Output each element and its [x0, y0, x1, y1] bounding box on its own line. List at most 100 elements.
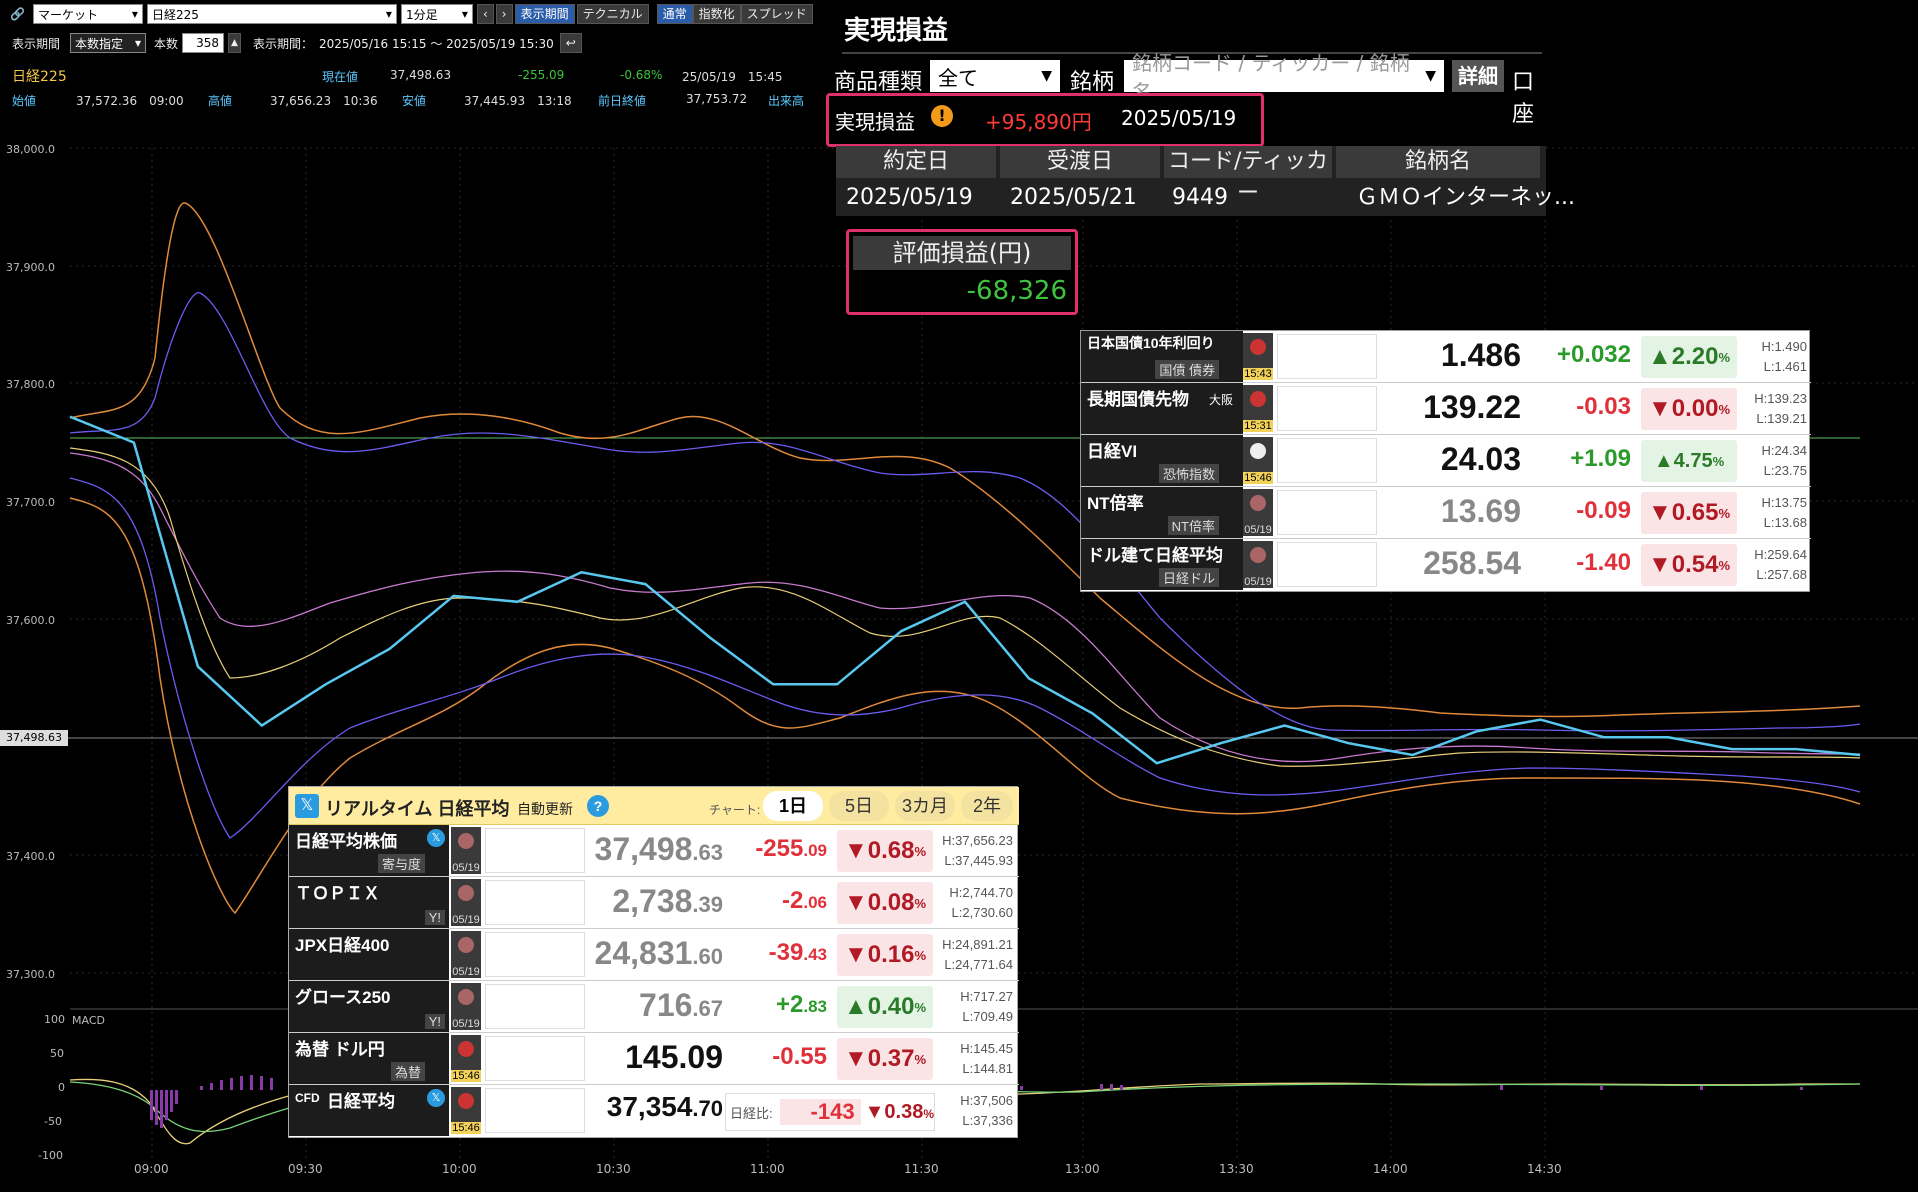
market-sub-link[interactable]: 恐怖指数	[1158, 464, 1219, 483]
market-low: L:257.68	[1756, 567, 1807, 582]
index-price-int: 2,738	[612, 883, 693, 919]
link-icon[interactable]: 🔗	[10, 7, 25, 21]
prev-button[interactable]: ‹	[476, 4, 494, 24]
count-input[interactable]: 358	[182, 33, 225, 53]
sparkline-chart	[1277, 334, 1377, 379]
toolbar-row-1: 🔗 マーケット ▾ 日経225 ▾ 1分足 ▾ ‹ › 表示期間 テクニカル 通常 指…	[10, 2, 815, 26]
index-sub-link[interactable]: Y!	[424, 910, 445, 925]
index-row-name: CFD 日経平均 𝕏	[289, 1085, 449, 1136]
symbol-search-input[interactable]: 銘柄コード / ティッカー / 銘柄名 ▼	[1124, 51, 1444, 104]
x-logo-icon[interactable]: 𝕏	[427, 1089, 445, 1107]
market-select[interactable]: マーケット ▾	[32, 4, 143, 24]
prev-close-value: 37,753.72	[686, 92, 748, 106]
warning-icon[interactable]: !	[931, 105, 953, 127]
normal-button[interactable]: 通常	[656, 4, 693, 24]
sparkline-chart	[485, 828, 585, 873]
unrealized-pl-value: -68,326	[966, 276, 1067, 306]
unrealized-pl-label: 評価損益(円)	[853, 236, 1071, 270]
index-row[interactable]: グロース250 Y! 05/19 716.67 +2.83 ▲ 0.40% H:71…	[289, 981, 1019, 1033]
volume-label: 出来高	[768, 94, 805, 108]
index-sub-link[interactable]: 寄与度	[377, 854, 425, 873]
market-sub-link[interactable]: 国債 債券	[1155, 360, 1219, 379]
last-price-tag: 37,498.63	[0, 730, 68, 746]
x-axis-tick: 11:30	[904, 1162, 939, 1176]
market-row[interactable]: ドル建て日経平均 日経ドル 05/19 258.54 -1.40 ▼ 0.54% H…	[1081, 539, 1811, 591]
market-low: L:23.75	[1763, 463, 1807, 478]
help-icon[interactable]: ?	[587, 795, 609, 817]
market-row[interactable]: 長期国債先物 大阪 15:31 139.22 -0.03 ▼ 0.00% H:139…	[1081, 383, 1811, 435]
japan-flag-icon: 15:46	[451, 1087, 481, 1134]
index-row[interactable]: CFD 日経平均 𝕏 15:46 37,354.70 日経比: -143 ▼0.38…	[289, 1085, 1019, 1137]
x-logo-icon[interactable]: 𝕏	[295, 794, 319, 818]
index-row[interactable]: 日経平均株価 𝕏 寄与度 05/19 37,498.63 -255.09 ▼ 0.68…	[289, 825, 1019, 877]
sparkline-chart	[485, 1036, 585, 1081]
sparkline-chart	[485, 880, 585, 925]
market-name: NT倍率	[1087, 494, 1144, 513]
index-percent: ▼ 0.16%	[837, 934, 933, 976]
market-row[interactable]: 日経VI 恐怖指数 15:46 24.03 +1.09 ▲ 4.75% H:24.3…	[1081, 435, 1811, 487]
interval-select[interactable]: 1分足 ▾	[400, 4, 473, 24]
japan-flag-icon: 05/19	[451, 931, 481, 978]
index-change-dec: .83	[803, 997, 827, 1016]
prev-close-label: 前日終値	[598, 94, 647, 108]
index-percent: ▼0.38%	[864, 1100, 934, 1123]
count-stepper[interactable]: ▲	[228, 33, 241, 53]
tab-1d[interactable]: 1日	[763, 791, 823, 821]
market-row[interactable]: 日本国債10年利回り 国債 債券 15:43 1.486 +0.032 ▲ 2.20…	[1081, 331, 1811, 383]
market-sub-link[interactable]: NT倍率	[1167, 516, 1219, 535]
index-row-name: 為替 ドル円 為替	[289, 1033, 449, 1084]
table-cell[interactable]: ＧＭＯインターネッ...	[1356, 182, 1575, 214]
index-button[interactable]: 指数化	[692, 4, 741, 24]
period-button[interactable]: 表示期間	[514, 4, 575, 24]
toolbar-row-2: 表示期間 本数指定 ▾ 本数 358 ▲ 表示期間： 2025/05/16 15:…	[12, 31, 584, 55]
tab-5d[interactable]: 5日	[829, 791, 889, 821]
index-percent: ▼ 0.68%	[837, 830, 933, 872]
tab-3m[interactable]: 3カ月	[895, 791, 955, 821]
market-low: L:1.461	[1763, 359, 1807, 374]
market-sub-link[interactable]: 日経ドル	[1158, 568, 1219, 587]
index-percent-value: 0.38	[884, 1100, 924, 1123]
symbol-label: 銘柄	[1070, 70, 1115, 95]
index-row[interactable]: 為替 ドル円 為替 15:46 145.09 -0.55 ▼ 0.37% H:145…	[289, 1033, 1019, 1085]
arrow-down-icon: ▼	[1647, 551, 1672, 578]
index-high-low: H:145.45 L:144.81	[937, 1039, 1013, 1079]
market-time: 05/19	[1244, 524, 1272, 536]
reset-range-icon[interactable]: ↩	[559, 33, 582, 53]
tab-2y[interactable]: 2年	[961, 791, 1013, 821]
index-price-int: 37,498	[594, 831, 693, 867]
sparkline-chart	[485, 932, 585, 977]
detail-button[interactable]: 詳細	[1452, 60, 1504, 92]
market-change: +0.032	[1556, 341, 1631, 368]
market-row[interactable]: NT倍率 NT倍率 05/19 13.69 -0.09 ▼ 0.65% H:13.7…	[1081, 487, 1811, 539]
index-sub-link[interactable]: 為替	[390, 1062, 425, 1081]
product-type-select[interactable]: 全て ▼	[930, 60, 1060, 92]
index-row[interactable]: JPX日経400 05/19 24,831.60 -39.43 ▼ 0.16% H…	[289, 929, 1019, 981]
quote-datetime: 25/05/19 15:45	[682, 70, 783, 84]
spread-button[interactable]: スプレッド	[740, 4, 813, 24]
arrow-down-icon: ▼	[1647, 395, 1672, 422]
next-button[interactable]: ›	[495, 4, 513, 24]
market-high-low: H:24.34 L:23.75	[1745, 441, 1807, 481]
index-price: 37,498.63	[585, 831, 723, 868]
index-time: 05/19	[452, 862, 480, 874]
index-change-int: -39	[768, 939, 804, 966]
index-percent: ▼ 0.37%	[837, 1038, 933, 1080]
japan-flag-icon: 05/19	[451, 879, 481, 926]
index-price-int: 716	[639, 987, 693, 1023]
japan-flag-icon: 15:43	[1243, 333, 1273, 380]
index-sub-link[interactable]: Y!	[424, 1014, 445, 1029]
index-low: L:144.81	[962, 1061, 1013, 1076]
symbol-select[interactable]: 日経225 ▾	[146, 4, 397, 24]
sparkline-chart	[1277, 542, 1377, 587]
period-mode-select[interactable]: 本数指定 ▾	[70, 33, 147, 53]
market-time: 05/19	[1244, 576, 1272, 588]
change-percent: -0.68%	[620, 68, 663, 82]
arrow-down-icon: ▼	[1647, 499, 1672, 526]
technical-button[interactable]: テクニカル	[576, 4, 649, 24]
index-percent-value: 0.68	[867, 837, 915, 864]
index-high: H:145.45	[960, 1041, 1013, 1056]
index-row[interactable]: ＴＯＰＩＸ Y! 05/19 2,738.39 -2.06 ▼ 0.08% H:2,…	[289, 877, 1019, 929]
x-logo-icon[interactable]: 𝕏	[427, 829, 445, 847]
index-row-name: JPX日経400	[289, 929, 449, 980]
low-label: 安値	[402, 94, 427, 108]
